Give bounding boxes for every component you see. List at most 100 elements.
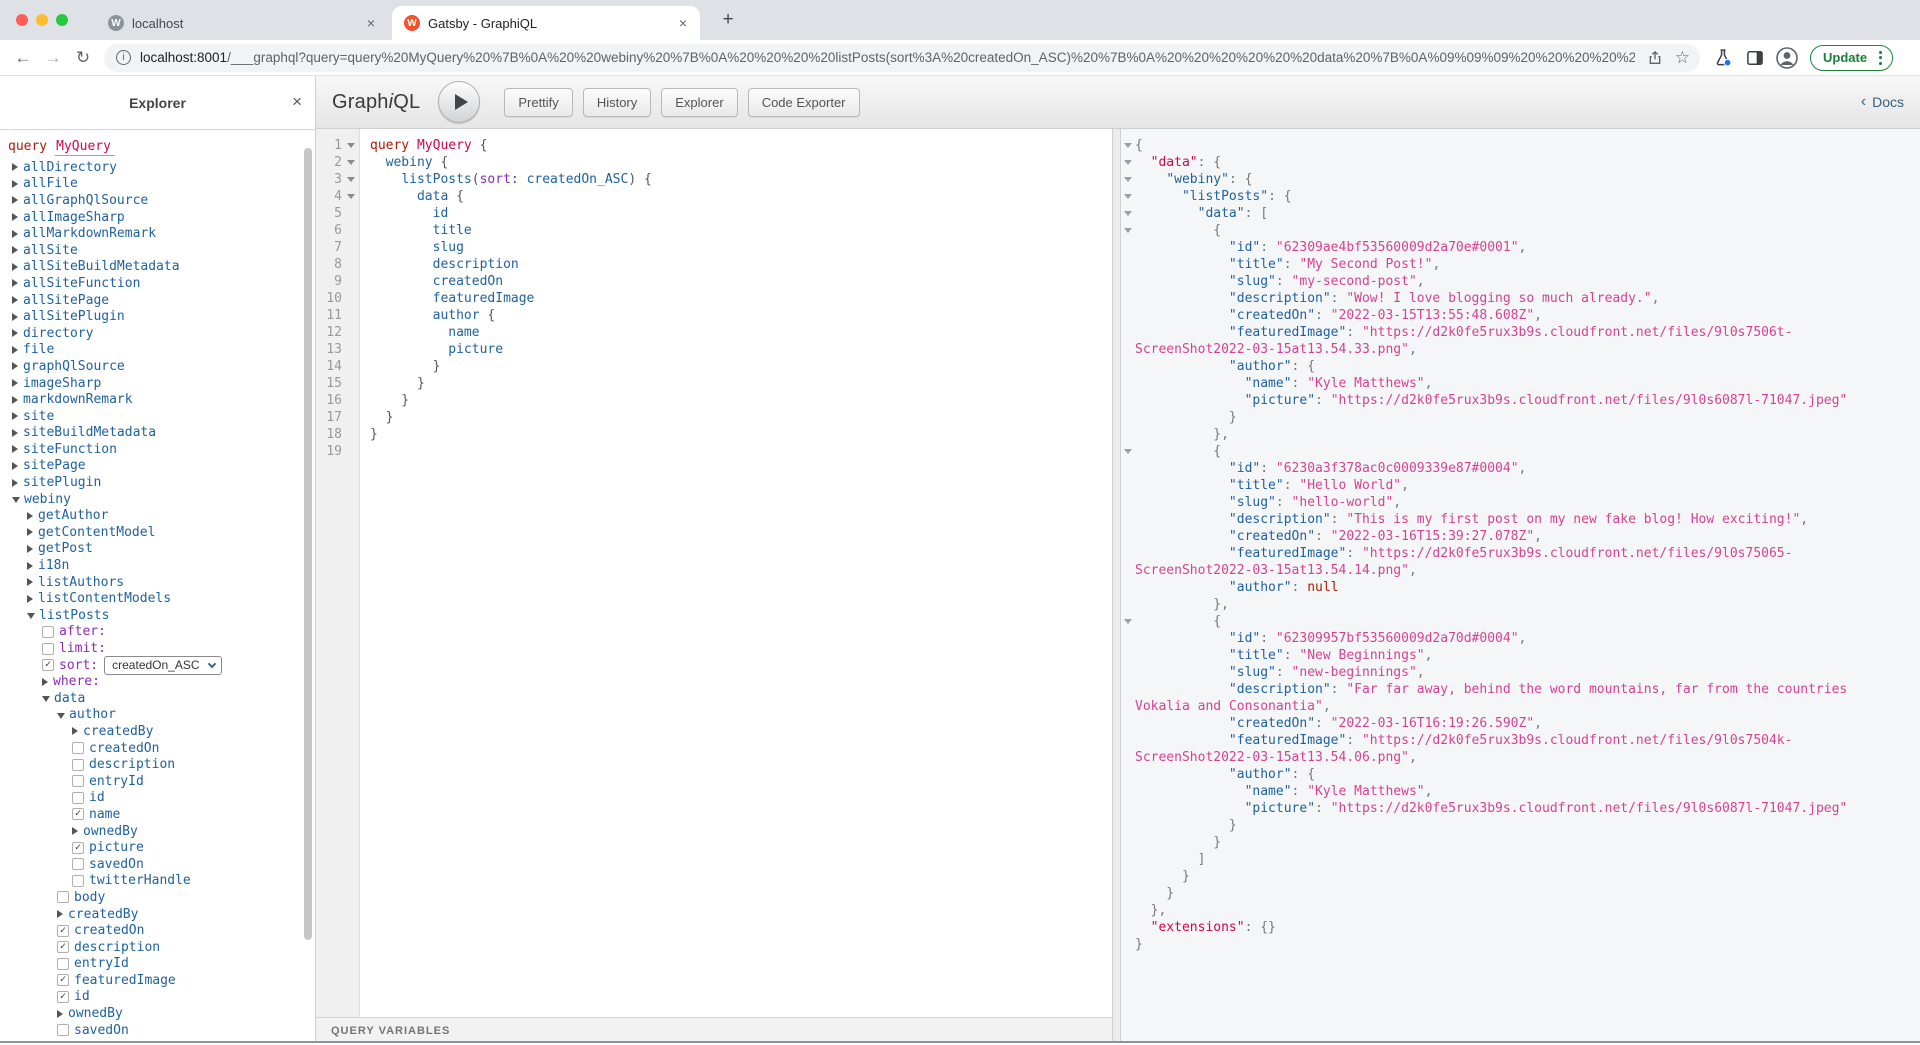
expanded-arrow-icon[interactable] <box>27 613 35 619</box>
field-checkbox[interactable] <box>72 858 84 870</box>
fold-arrow-icon[interactable] <box>1124 228 1132 233</box>
collapsed-arrow-icon[interactable] <box>12 379 18 387</box>
collapsed-arrow-icon[interactable] <box>27 562 33 570</box>
site-info-icon[interactable]: i <box>116 50 131 65</box>
tree-row-where[interactable]: where: <box>8 673 309 690</box>
tree-row-ownedBy[interactable]: ownedBy <box>8 823 309 840</box>
collapsed-arrow-icon[interactable] <box>57 1010 63 1018</box>
collapsed-arrow-icon[interactable] <box>12 346 18 354</box>
tree-row-sort[interactable]: ✓sort:createdOn_ASC <box>8 657 309 674</box>
expanded-arrow-icon[interactable] <box>57 713 65 719</box>
tree-row-description[interactable]: ✓description <box>8 939 309 956</box>
collapsed-arrow-icon[interactable] <box>12 329 18 337</box>
collapsed-arrow-icon[interactable] <box>12 213 18 221</box>
fold-arrow-icon[interactable] <box>1124 160 1132 165</box>
fold-arrow-icon[interactable] <box>347 143 355 148</box>
collapsed-arrow-icon[interactable] <box>27 545 33 553</box>
tree-row-after[interactable]: after: <box>8 624 309 641</box>
sort-select[interactable]: createdOn_ASC <box>104 656 221 675</box>
tree-row-listContentModels[interactable]: listContentModels <box>8 590 309 607</box>
field-checkbox[interactable]: ✓ <box>57 991 69 1003</box>
tree-row-description[interactable]: description <box>8 756 309 773</box>
tree-row-site[interactable]: site <box>8 408 309 425</box>
collapsed-arrow-icon[interactable] <box>12 445 18 453</box>
tree-row-savedOn[interactable]: savedOn <box>8 856 309 873</box>
collapsed-arrow-icon[interactable] <box>12 163 18 171</box>
field-checkbox[interactable] <box>72 875 84 887</box>
close-tab-icon[interactable]: × <box>674 14 692 32</box>
fold-arrow-icon[interactable] <box>347 160 355 165</box>
fold-arrow-icon[interactable] <box>1124 194 1132 199</box>
close-window-button[interactable] <box>16 14 28 26</box>
field-checkbox[interactable] <box>42 626 54 638</box>
tree-row-getPost[interactable]: getPost <box>8 541 309 558</box>
fold-arrow-icon[interactable] <box>1124 211 1132 216</box>
collapsed-arrow-icon[interactable] <box>12 180 18 188</box>
collapsed-arrow-icon[interactable] <box>12 230 18 238</box>
tree-row-allGraphQlSource[interactable]: allGraphQlSource <box>8 192 309 209</box>
fold-arrow-icon[interactable] <box>1124 143 1132 148</box>
pane-divider[interactable] <box>1112 129 1121 1043</box>
tree-row-createdBy[interactable]: createdBy <box>8 906 309 923</box>
field-checkbox[interactable]: ✓ <box>57 941 69 953</box>
tree-row-data[interactable]: data <box>8 690 309 707</box>
field-checkbox[interactable]: ✓ <box>42 659 54 671</box>
collapsed-arrow-icon[interactable] <box>12 462 18 470</box>
collapsed-arrow-icon[interactable] <box>12 279 18 287</box>
explorer-button[interactable]: Explorer <box>661 88 737 117</box>
tree-row-sitePage[interactable]: sitePage <box>8 458 309 475</box>
collapsed-arrow-icon[interactable] <box>12 296 18 304</box>
collapsed-arrow-icon[interactable] <box>27 528 33 536</box>
back-button[interactable]: ← <box>8 43 38 73</box>
expanded-arrow-icon[interactable] <box>12 497 20 503</box>
new-tab-button[interactable]: + <box>716 8 740 32</box>
collapsed-arrow-icon[interactable] <box>12 313 18 321</box>
tree-row-createdOn[interactable]: ✓createdOn <box>8 922 309 939</box>
collapsed-arrow-icon[interactable] <box>72 827 78 835</box>
field-checkbox[interactable] <box>72 775 84 787</box>
field-checkbox[interactable] <box>57 891 69 903</box>
tree-row-allSiteBuildMetadata[interactable]: allSiteBuildMetadata <box>8 259 309 276</box>
tree-row-allSiteFunction[interactable]: allSiteFunction <box>8 275 309 292</box>
tree-row-directory[interactable]: directory <box>8 325 309 342</box>
tree-row-entryId[interactable]: entryId <box>8 773 309 790</box>
field-checkbox[interactable] <box>72 792 84 804</box>
tree-row-id[interactable]: id <box>8 790 309 807</box>
tree-row-graphQlSource[interactable]: graphQlSource <box>8 358 309 375</box>
tree-row-getAuthor[interactable]: getAuthor <box>8 507 309 524</box>
collapsed-arrow-icon[interactable] <box>72 727 78 735</box>
tree-row-allSite[interactable]: allSite <box>8 242 309 259</box>
reload-button[interactable]: ↻ <box>68 43 98 73</box>
collapsed-arrow-icon[interactable] <box>12 362 18 370</box>
prettify-button[interactable]: Prettify <box>504 88 572 117</box>
collapsed-arrow-icon[interactable] <box>27 595 33 603</box>
tree-row-id[interactable]: ✓id <box>8 989 309 1006</box>
tree-row-name[interactable]: ✓name <box>8 806 309 823</box>
field-checkbox[interactable]: ✓ <box>57 974 69 986</box>
forward-button[interactable]: → <box>38 43 68 73</box>
code-exporter-button[interactable]: Code Exporter <box>748 88 860 117</box>
fold-arrow-icon[interactable] <box>1124 177 1132 182</box>
query-editor[interactable]: 1query MyQuery {2 webiny {3 listPosts(so… <box>316 129 1112 1017</box>
profile-avatar[interactable] <box>1772 43 1802 73</box>
close-icon[interactable]: × <box>292 93 302 110</box>
address-bar[interactable]: i localhost:8001/___graphql?query=query%… <box>104 44 1700 72</box>
field-checkbox[interactable] <box>57 958 69 970</box>
tree-row-twitterHandle[interactable]: twitterHandle <box>8 873 309 890</box>
explorer-scrollbar[interactable] <box>304 148 312 940</box>
field-checkbox[interactable] <box>57 1024 69 1036</box>
tree-row-createdBy[interactable]: createdBy <box>8 723 309 740</box>
tab-localhost[interactable]: W localhost × <box>96 6 388 40</box>
tree-row-featuredImage[interactable]: ✓featuredImage <box>8 972 309 989</box>
tree-row-listAuthors[interactable]: listAuthors <box>8 574 309 591</box>
field-checkbox[interactable]: ✓ <box>57 925 69 937</box>
field-checkbox[interactable]: ✓ <box>72 842 84 854</box>
collapsed-arrow-icon[interactable] <box>42 678 48 686</box>
fold-arrow-icon[interactable] <box>347 177 355 182</box>
side-panel-icon[interactable] <box>1740 43 1770 73</box>
tree-row-savedOn[interactable]: savedOn <box>8 1022 309 1039</box>
fold-arrow-icon[interactable] <box>1124 619 1132 624</box>
zoom-window-button[interactable] <box>56 14 68 26</box>
tree-row-file[interactable]: file <box>8 342 309 359</box>
tree-row-imageSharp[interactable]: imageSharp <box>8 375 309 392</box>
